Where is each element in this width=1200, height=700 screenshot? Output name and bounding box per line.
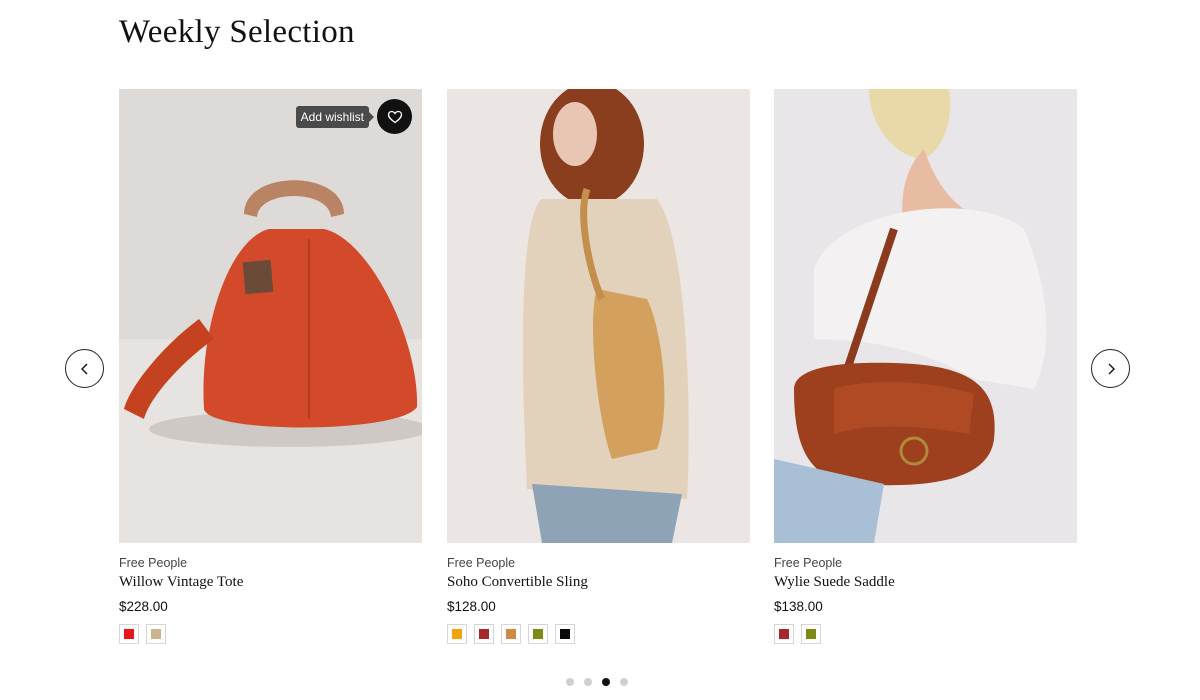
color-swatch[interactable] [146, 624, 166, 644]
product-image[interactable] [447, 89, 750, 543]
tote-bag-photo [119, 89, 422, 543]
product-image[interactable] [774, 89, 1077, 543]
product-price: $138.00 [774, 599, 823, 614]
product-price: $228.00 [119, 599, 168, 614]
color-swatch-fill [452, 629, 462, 639]
chevron-right-icon [1108, 363, 1115, 374]
pagination-dot[interactable] [620, 678, 628, 686]
chevron-left-icon [80, 363, 87, 374]
carousel-next-button[interactable] [1091, 349, 1130, 388]
section-title: Weekly Selection [119, 14, 355, 50]
pagination-dot[interactable] [566, 678, 574, 686]
product-name[interactable]: Wylie Suede Saddle [774, 574, 1077, 591]
heart-icon [387, 110, 402, 123]
carousel-pagination [566, 678, 628, 686]
wishlist-tooltip: Add wishlist [295, 105, 375, 128]
pagination-dot[interactable] [584, 678, 592, 686]
add-wishlist-button[interactable] [377, 99, 412, 134]
color-swatch-fill [506, 629, 516, 639]
color-swatches [119, 624, 422, 644]
product-card[interactable]: Free People Wylie Suede Saddle $138.00 [774, 89, 1077, 644]
color-swatch-fill [779, 629, 789, 639]
sling-bag-photo [447, 89, 750, 543]
color-swatch[interactable] [119, 624, 139, 644]
product-brand: Free People [774, 556, 843, 570]
product-brand: Free People [119, 556, 188, 570]
color-swatches [447, 624, 750, 644]
product-card[interactable]: Add wishlist Free People Willow Vintage … [119, 89, 422, 644]
color-swatches [774, 624, 1077, 644]
color-swatch[interactable] [774, 624, 794, 644]
color-swatch-fill [124, 629, 134, 639]
color-swatch[interactable] [447, 624, 467, 644]
color-swatch-fill [479, 629, 489, 639]
color-swatch[interactable] [474, 624, 494, 644]
color-swatch[interactable] [801, 624, 821, 644]
product-card[interactable]: Free People Soho Convertible Sling $128.… [447, 89, 750, 644]
color-swatch[interactable] [528, 624, 548, 644]
product-name[interactable]: Willow Vintage Tote [119, 574, 422, 591]
product-brand: Free People [447, 556, 516, 570]
color-swatch-fill [533, 629, 543, 639]
color-swatch[interactable] [501, 624, 521, 644]
color-swatch[interactable] [555, 624, 575, 644]
product-price: $128.00 [447, 599, 496, 614]
product-image[interactable]: Add wishlist [119, 89, 422, 543]
carousel-prev-button[interactable] [65, 349, 104, 388]
product-name[interactable]: Soho Convertible Sling [447, 574, 750, 591]
pagination-dot[interactable] [602, 678, 610, 686]
color-swatch-fill [806, 629, 816, 639]
saddle-bag-photo [774, 89, 1077, 543]
color-swatch-fill [560, 629, 570, 639]
color-swatch-fill [151, 629, 161, 639]
